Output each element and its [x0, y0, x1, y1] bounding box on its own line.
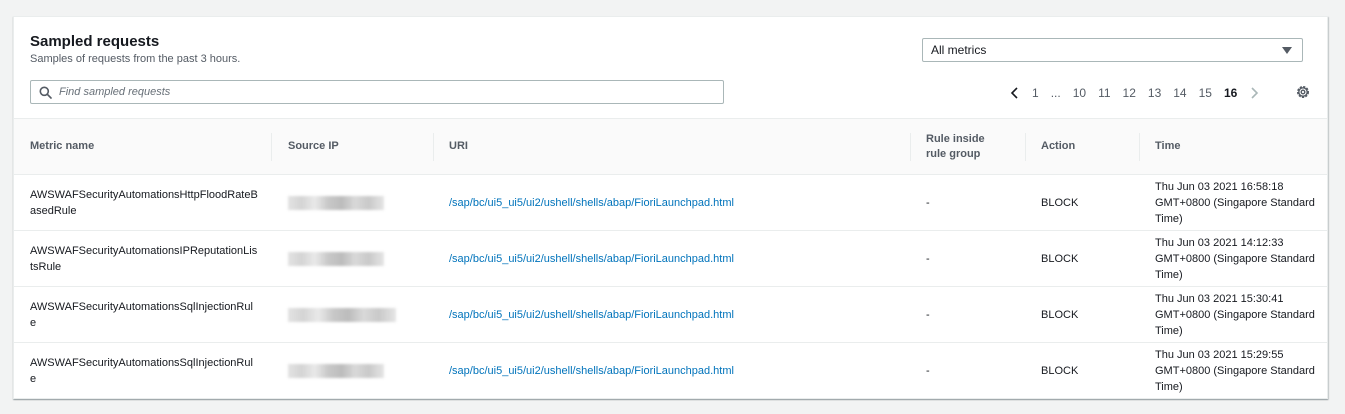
- table-row: AWSWAFSecurityAutomationsSqlInjectionRul…: [14, 287, 1327, 343]
- rule-cell: -: [926, 308, 930, 321]
- rule-cell: -: [926, 364, 930, 377]
- search-input[interactable]: [59, 83, 709, 101]
- time-cell: Thu Jun 03 2021 15:29:55 GMT+0800 (Singa…: [1155, 348, 1315, 393]
- page-15[interactable]: 15: [1199, 86, 1212, 100]
- time-cell: Thu Jun 03 2021 14:12:33 GMT+0800 (Singa…: [1155, 236, 1315, 281]
- chevron-left-icon[interactable]: [1010, 86, 1020, 100]
- metric-filter-value: All metrics: [931, 43, 987, 57]
- source-ip-redacted: [288, 175, 418, 230]
- source-ip-redacted: [288, 343, 418, 398]
- page-12[interactable]: 12: [1123, 86, 1136, 100]
- rule-cell: -: [926, 196, 930, 209]
- table-header: Metric name Source IP URI Rule inside ru…: [14, 118, 1327, 175]
- page-10[interactable]: 10: [1073, 86, 1086, 100]
- rule-cell: -: [926, 252, 930, 265]
- metric-filter-select[interactable]: All metrics: [922, 38, 1303, 62]
- panel-title: Sampled requests: [30, 33, 160, 50]
- page-ellipsis: ...: [1050, 86, 1061, 100]
- page-16-current[interactable]: 16: [1224, 86, 1237, 100]
- table-row: AWSWAFSecurityAutomationsIPReputationLis…: [14, 231, 1327, 287]
- page-1[interactable]: 1: [1032, 86, 1039, 100]
- uri-link[interactable]: /sap/bc/ui5_ui5/ui2/ushell/shells/abap/F…: [449, 363, 734, 379]
- page-11[interactable]: 11: [1098, 86, 1110, 100]
- page-14[interactable]: 14: [1173, 86, 1186, 100]
- uri-link[interactable]: /sap/bc/ui5_ui5/ui2/ushell/shells/abap/F…: [449, 195, 734, 211]
- column-header-action[interactable]: Action: [1041, 119, 1075, 174]
- metric-name-cell: AWSWAFSecurityAutomationsHttpFloodRateBa…: [30, 188, 258, 217]
- action-cell: BLOCK: [1041, 196, 1079, 209]
- column-header-time[interactable]: Time: [1155, 119, 1180, 174]
- uri-link[interactable]: /sap/bc/ui5_ui5/ui2/ushell/shells/abap/F…: [449, 307, 734, 323]
- action-cell: BLOCK: [1041, 308, 1079, 321]
- panel-subtitle: Samples of requests from the past 3 hour…: [30, 53, 241, 65]
- pagination: 1 ... 10 11 12 13 14 15 16: [1004, 83, 1265, 103]
- column-header-source-ip[interactable]: Source IP: [288, 119, 339, 174]
- search-box[interactable]: [30, 80, 724, 104]
- page-13[interactable]: 13: [1148, 86, 1161, 100]
- chevron-right-icon[interactable]: [1249, 86, 1259, 100]
- search-icon: [39, 86, 52, 99]
- gear-icon[interactable]: [1295, 84, 1311, 105]
- action-cell: BLOCK: [1041, 252, 1079, 265]
- uri-link[interactable]: /sap/bc/ui5_ui5/ui2/ushell/shells/abap/F…: [449, 251, 734, 267]
- column-header-metric[interactable]: Metric name: [30, 119, 94, 174]
- time-cell: Thu Jun 03 2021 16:58:18 GMT+0800 (Singa…: [1155, 180, 1315, 225]
- table-row: AWSWAFSecurityAutomationsSqlInjectionRul…: [14, 343, 1327, 399]
- metric-name-cell: AWSWAFSecurityAutomationsIPReputationLis…: [30, 244, 258, 273]
- column-header-rule[interactable]: Rule inside rule group: [926, 119, 1006, 174]
- sampled-requests-panel: Sampled requests Samples of requests fro…: [13, 16, 1328, 399]
- source-ip-redacted: [288, 231, 418, 286]
- source-ip-redacted: [288, 287, 418, 342]
- action-cell: BLOCK: [1041, 364, 1079, 377]
- time-cell: Thu Jun 03 2021 15:30:41 GMT+0800 (Singa…: [1155, 292, 1315, 337]
- metric-name-cell: AWSWAFSecurityAutomationsSqlInjectionRul…: [30, 356, 253, 385]
- caret-down-icon: [1282, 47, 1292, 54]
- metric-name-cell: AWSWAFSecurityAutomationsSqlInjectionRul…: [30, 300, 253, 329]
- table-row: AWSWAFSecurityAutomationsHttpFloodRateBa…: [14, 175, 1327, 231]
- column-header-uri[interactable]: URI: [449, 119, 468, 174]
